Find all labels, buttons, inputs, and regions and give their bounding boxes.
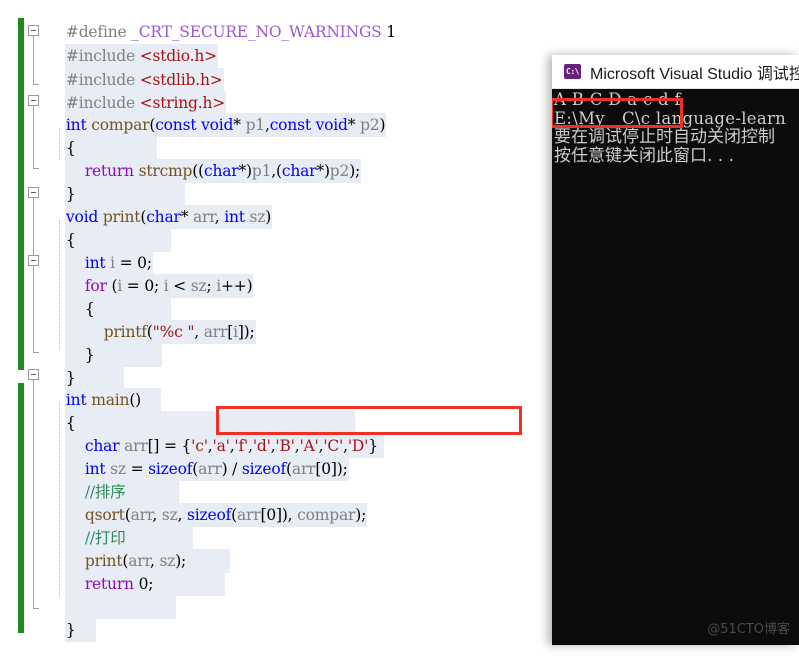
code-line[interactable]: int sz = sizeof(arr) / sizeof(arr[0]); (46, 433, 349, 481)
fold-guide-foot (33, 608, 39, 609)
code-line[interactable]: } (46, 594, 96, 642)
code-line[interactable]: } (46, 158, 186, 206)
fold-toggle-icon[interactable] (28, 187, 39, 198)
fold-guide-line (33, 380, 34, 608)
code-line[interactable]: void print(char* arr, int sz) (46, 181, 273, 229)
console-output-line: E:\My__C\c language-learn (554, 109, 787, 128)
console-output-line: A B C D a c d f (554, 90, 681, 109)
code-line[interactable]: int main() (46, 364, 161, 412)
console-icon-glyph: C:\ (566, 66, 579, 76)
code-line[interactable]: print(arr, sz); (46, 525, 230, 573)
fold-toggle-icon[interactable] (28, 369, 39, 380)
code-line[interactable]: #define _CRT_SECURE_NO_WARNINGS 1 (46, 0, 397, 41)
code-line[interactable]: { (46, 273, 172, 321)
console-window-title: Microsoft Visual Studio 调试控 (590, 65, 799, 83)
code-line[interactable]: { (46, 112, 157, 160)
code-line[interactable]: int i = 0; (46, 227, 153, 275)
code-line[interactable]: qsort(arr, sz, sizeof(arr[0]), compar); (46, 479, 368, 527)
fold-toggle-icon[interactable] (28, 25, 39, 36)
console-window[interactable]: C:\ Microsoft Visual Studio 调试控 A B C D … (552, 55, 799, 645)
console-output-line: 要在调试停止时自动关闭控制 (554, 127, 775, 147)
code-line-comment[interactable]: //打印 (46, 502, 193, 550)
change-bar-segment-2 (18, 383, 24, 633)
fold-toggle-icon[interactable] (28, 95, 39, 106)
change-bar-segment-1 (18, 18, 24, 370)
code-line[interactable]: { (46, 387, 356, 435)
code-line[interactable]: return 0; (46, 548, 226, 596)
fold-guide-foot (33, 84, 39, 85)
fold-guide-foot (33, 352, 39, 353)
code-line-comment[interactable]: //排序 (46, 456, 179, 504)
code-line-array-init[interactable]: char arr[] = {'c','a','f','d','B','A','C… (46, 410, 384, 458)
console-output-area[interactable]: A B C D a c d f E:\My__C\c language-lear… (552, 89, 799, 166)
fold-guide-foot (33, 168, 39, 169)
console-titlebar[interactable]: C:\ Microsoft Visual Studio 调试控 (552, 55, 799, 89)
console-output-line: 按任意键关闭此窗口. . . (554, 146, 735, 166)
code-line[interactable]: } (46, 342, 124, 390)
code-line[interactable]: printf("%c ", arr[i]); (46, 296, 256, 344)
console-app-icon: C:\ (564, 64, 581, 79)
code-line[interactable]: int compar(const void* p1,const void* p2… (46, 89, 387, 137)
code-line[interactable]: #include <stdio.h> (46, 20, 218, 68)
code-line[interactable]: return strcmp((char*)p1,(char*)p2); (46, 135, 362, 183)
fold-toggle-icon[interactable] (28, 255, 39, 266)
watermark: @51CTO博客 (707, 622, 790, 637)
fold-guide-line (33, 36, 34, 84)
fold-guide-line (33, 198, 34, 352)
code-line[interactable] (46, 571, 176, 619)
fold-guide-line (33, 106, 34, 168)
code-line[interactable]: { (46, 204, 172, 252)
code-line[interactable]: } (46, 319, 162, 367)
code-line[interactable]: #include <stdlib.h> (46, 44, 224, 92)
code-line[interactable]: for (i = 0; i < sz; i++) (46, 250, 254, 298)
code-line[interactable]: #include <string.h> (46, 67, 227, 115)
